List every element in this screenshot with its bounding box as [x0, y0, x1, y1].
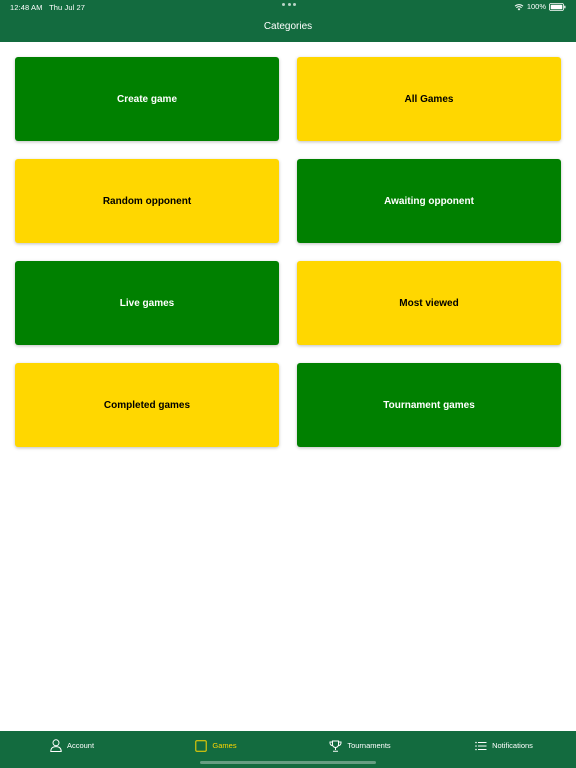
- tab-notifications-label: Notifications: [492, 741, 533, 750]
- awaiting-opponent-button[interactable]: Awaiting opponent: [297, 159, 561, 243]
- top-bar: 12:48 AM Thu Jul 27 100% Categories: [0, 0, 576, 42]
- list-icon: [475, 741, 487, 751]
- random-opponent-button[interactable]: Random opponent: [15, 159, 279, 243]
- battery-percent: 100%: [526, 2, 546, 11]
- completed-games-button[interactable]: Completed games: [15, 363, 279, 447]
- multitasking-dots-icon[interactable]: [282, 3, 296, 6]
- tab-account-label: Account: [66, 741, 95, 750]
- status-indicators: 100%: [514, 2, 566, 11]
- trophy-icon: [329, 740, 342, 752]
- live-games-button[interactable]: Live games: [15, 261, 279, 345]
- home-indicator[interactable]: [200, 761, 376, 764]
- tab-account[interactable]: Account: [0, 731, 144, 768]
- tab-games-label: Games: [212, 741, 237, 750]
- battery-icon: [549, 2, 566, 11]
- tab-bar: Account Games Tournaments Notifications: [0, 731, 576, 768]
- person-icon: [50, 739, 62, 752]
- app-window: 12:48 AM Thu Jul 27 100% Categories Crea…: [0, 0, 576, 768]
- category-grid: Create game All Games Random opponent Aw…: [15, 57, 561, 447]
- create-game-button[interactable]: Create game: [15, 57, 279, 141]
- status-time: 12:48 AM Thu Jul 27: [10, 3, 85, 12]
- wifi-icon: [514, 3, 524, 11]
- tab-notifications[interactable]: Notifications: [432, 731, 576, 768]
- tournament-games-button[interactable]: Tournament games: [297, 363, 561, 447]
- status-date: Thu Jul 27: [49, 3, 86, 12]
- status-clock: 12:48 AM: [10, 3, 43, 12]
- tab-tournaments-label: Tournaments: [347, 741, 391, 750]
- page-title: Categories: [263, 21, 313, 32]
- square-icon: [195, 739, 208, 752]
- all-games-button[interactable]: All Games: [297, 57, 561, 141]
- most-viewed-button[interactable]: Most viewed: [297, 261, 561, 345]
